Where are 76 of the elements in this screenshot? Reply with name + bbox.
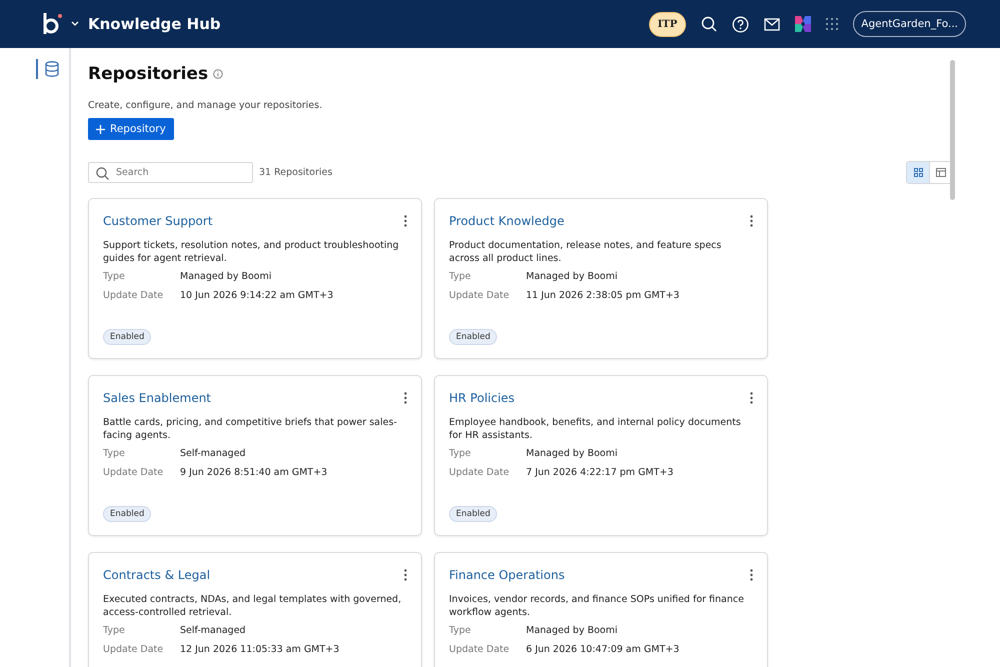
update-date-label: Update Date [449,643,510,657]
info-icon[interactable] [213,69,224,79]
type-label: Type [449,270,472,284]
type-label: Type [449,624,472,638]
update-date-value: 9 Jun 2026 8:51:40 am GMT+3 [180,466,328,480]
repository-card[interactable]: HR Policies Employee handbook, benefits, and internal policy documents for HR assistants. Type Managed by Boomi Update Date 7 Jun 2026 4:22:17 pm GMT+3 Enabled [434,375,768,536]
repository-name-link[interactable]: Customer Support [103,214,213,228]
update-date-value: 10 Jun 2026 9:14:22 am GMT+3 [180,289,334,303]
update-date-label: Update Date [449,289,510,303]
repository-description: Employee handbook, benefits, and internal policy documents for HR assistants. [449,416,742,442]
update-date-value: 11 Jun 2026 2:38:05 pm GMT+3 [526,289,680,303]
app-logo-icon[interactable] [795,16,812,32]
search-field[interactable]: Search [88,162,253,183]
status-tag: Enabled [449,506,498,522]
scrollbar-thumb[interactable] [950,60,955,200]
more-options-icon[interactable] [750,569,753,581]
repository-description: Executed contracts, NDAs, and legal templates with governed, access-controlled retrieval. [103,593,402,619]
database-icon [45,61,59,77]
chevron-down-icon[interactable] [71,21,79,27]
repository-name-link[interactable]: Product Knowledge [449,214,564,228]
repository-card[interactable]: Customer Support Support tickets, resolution notes, and product troubleshooting guides for agent retrieval. Type Managed by Boomi Update Date 10 Jun 2026 9:14:22 am GMT+3 Enabled [88,198,422,359]
more-options-icon[interactable] [404,569,407,581]
type-label: Type [449,447,472,461]
repository-card[interactable]: Product Knowledge Product documentation, release notes, and feature specs across all product lines. Type Managed by Boomi Update Date 11 Jun 2026 2:38:05 pm GMT+3 Enabled [434,198,768,359]
app-title: Knowledge Hub [88,15,221,33]
search-icon[interactable] [701,16,718,32]
type-value: Self-managed [180,624,246,638]
plus-icon [96,124,105,134]
type-value: Managed by Boomi [526,624,618,638]
status-tag: Enabled [449,329,498,345]
repository-card[interactable]: Sales Enablement Battle cards, pricing, and competitive briefs that power sales-facing agents. Type Self-managed Update Date 9 Jun 2026 8:51:40 am GMT+3 Enabled [88,375,422,536]
update-date-value: 6 Jun 2026 10:47:09 am GMT+3 [526,643,680,657]
update-date-label: Update Date [449,466,510,480]
update-date-label: Update Date [103,466,164,480]
repository-name-link[interactable]: Contracts & Legal [103,568,210,582]
status-tag: Enabled [103,506,152,522]
more-options-icon[interactable] [750,392,753,404]
grid-view-toggle[interactable] [907,162,929,183]
type-value: Managed by Boomi [526,270,618,284]
sidebar-item[interactable] [36,59,61,79]
repository-description: Support tickets, resolution notes, and product troubleshooting guides for agent retrieval. [103,239,400,265]
table-icon [936,168,946,177]
repository-name-link[interactable]: HR Policies [449,391,515,405]
repository-name-link[interactable]: Sales Enablement [103,391,212,405]
page-title: Repositories [88,64,208,84]
more-options-icon[interactable] [404,392,407,404]
update-date-label: Update Date [103,643,164,657]
repository-description: Invoices, vendor records, and finance SOPs unified for finance workflow agents. [449,593,745,619]
add-repository-button[interactable]: Repository [88,118,174,140]
update-date-label: Update Date [103,289,164,303]
result-count: 31 Repositories [259,167,332,178]
repository-name-link[interactable]: Finance Operations [449,568,565,582]
repository-description: Battle cards, pricing, and competitive briefs that power sales-facing agents. [103,416,398,442]
update-date-value: 12 Jun 2026 11:05:33 am GMT+3 [180,643,340,657]
page-subtitle: Create, configure, and manage your repositories. [88,100,324,111]
help-icon[interactable] [732,16,750,32]
type-label: Type [103,270,126,284]
repository-description: Product documentation, release notes, and feature specs across all product lines. [449,239,722,265]
apps-grid-icon[interactable] [826,18,838,30]
table-view-toggle[interactable] [929,162,951,183]
grid-icon [914,168,922,177]
status-tag: Enabled [103,329,152,345]
type-value: Self-managed [180,447,246,461]
environment-badge[interactable]: ITP [648,12,686,36]
repository-card[interactable]: Finance Operations Invoices, vendor records, and finance SOPs unified for finance workflow agents. Type Managed by Boomi Update Date 6 Jun 2026 10:47:09 am GMT+3 [434,552,768,667]
type-label: Type [103,447,126,461]
more-options-icon[interactable] [750,215,753,227]
more-options-icon[interactable] [404,215,407,227]
type-value: Managed by Boomi [526,447,618,461]
repository-card[interactable]: Contracts & Legal Executed contracts, NDAs, and legal templates with governed, access-controlled retrieval. Type Self-managed Update Date 12 Jun 2026 11:05:33 am GMT+3 [88,552,422,667]
type-label: Type [103,624,126,638]
update-date-value: 7 Jun 2026 4:22:17 pm GMT+3 [526,466,674,480]
type-value: Managed by Boomi [180,270,272,284]
logo-icon[interactable] [42,12,64,36]
account-button[interactable]: AgentGarden_Fo... [853,11,966,37]
mail-icon[interactable] [764,18,780,30]
